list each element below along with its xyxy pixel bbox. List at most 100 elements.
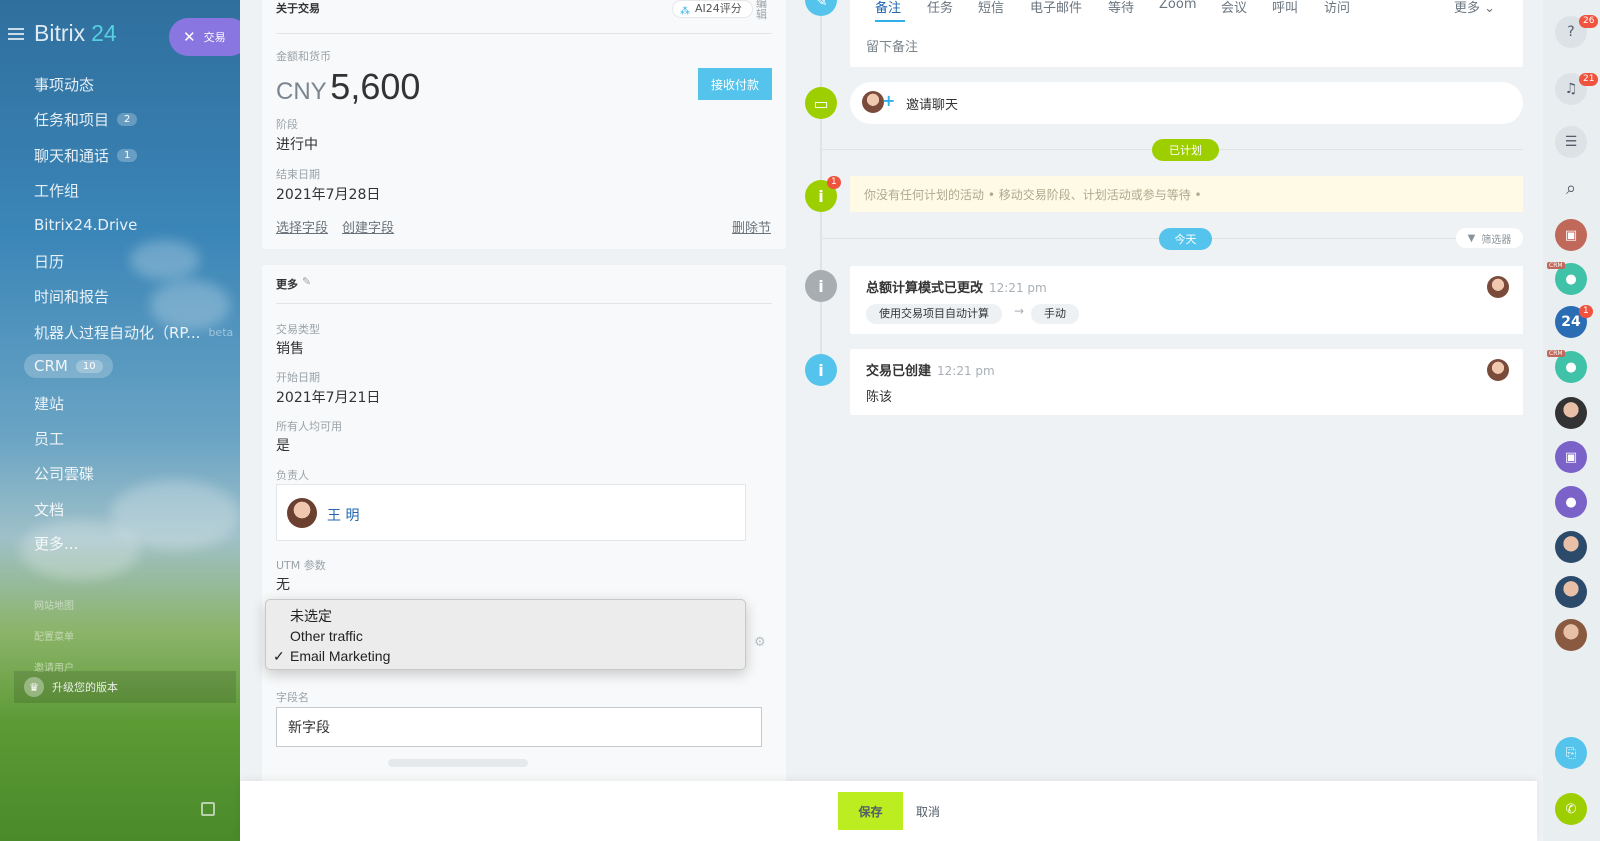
timeline-event-card: 交易已创建 12:21 pm 陈该 (850, 349, 1523, 415)
avatar[interactable] (1555, 531, 1587, 563)
avatar[interactable] (1555, 619, 1587, 651)
upgrade-button[interactable]: ♛ 升级您的版本 (14, 671, 236, 703)
count-badge: 1 (827, 176, 841, 189)
comment-icon: ✎ (805, 0, 837, 16)
event-time: 12:21 pm (937, 364, 995, 378)
tab-sms[interactable]: 短信 (978, 0, 1004, 16)
save-button[interactable]: 保存 (838, 792, 903, 830)
end-date-value[interactable]: 2021年7月28日 (276, 184, 380, 204)
sidebar-item-workgroups[interactable]: 工作组 (34, 180, 79, 201)
scroll-handle[interactable] (388, 759, 528, 767)
about-deal-section: 关于交易 ⁂ AI24评分 编辑 金额和货币 CNY 5,600 接收付款 阶段 … (262, 0, 786, 249)
start-date-value[interactable]: 2021年7月21日 (276, 387, 380, 407)
responsible-name[interactable]: 王 明 (327, 505, 359, 525)
sidebar-item-company-drive[interactable]: 公司雲碟 (34, 463, 94, 484)
lock-icon[interactable]: ▣ (1555, 441, 1587, 473)
sidebar-item-rpa[interactable]: 机器人过程自动化（RP... beta (34, 322, 233, 343)
avatar (862, 91, 884, 113)
tab-visit[interactable]: 访问 (1324, 0, 1350, 16)
count-badge: 21 (1579, 73, 1599, 86)
phone-icon[interactable]: ✆ (1555, 793, 1587, 825)
option-none[interactable]: 未选定 (266, 606, 745, 626)
stage-value[interactable]: 进行中 (276, 134, 318, 154)
available-label: 所有人均可用 (276, 420, 342, 433)
sidebar-item-chats[interactable]: 聊天和通话 1 (34, 145, 138, 166)
avatar[interactable] (1555, 576, 1587, 608)
sidebar-item-feed[interactable]: 事项动态 (34, 74, 94, 95)
lock-icon[interactable]: ▣ (1555, 219, 1587, 251)
count-badge: 2 (117, 113, 138, 126)
messages-icon[interactable]: ☰ (1555, 126, 1587, 158)
tab-zoom[interactable]: Zoom (1159, 0, 1196, 12)
field-name-input[interactable] (276, 707, 762, 747)
count-badge: 1 (117, 149, 138, 162)
sidebar-item-drive[interactable]: Bitrix24.Drive (34, 216, 137, 234)
filter-button[interactable]: ▼ 筛选器 (1456, 228, 1523, 248)
note-input[interactable]: 留下备注 (866, 36, 918, 55)
crown-icon: ♛ (24, 677, 44, 697)
configure-menu-link[interactable]: 配置菜单 (34, 628, 74, 643)
logo-row: Bitrix 24 (8, 20, 117, 47)
avatar (1487, 276, 1509, 298)
tab-call[interactable]: 呼叫 (1272, 0, 1298, 16)
tab-more-dropdown[interactable]: 更多 ⌄ (1454, 0, 1495, 16)
count-badge: 1 (1579, 305, 1593, 318)
deal-type-label: 交易类型 (276, 323, 320, 336)
sidebar-item-employees[interactable]: 员工 (34, 428, 64, 449)
option-email-marketing[interactable]: ✓ Email Marketing (266, 646, 745, 666)
available-value[interactable]: 是 (276, 435, 290, 455)
sidebar-item-crm[interactable]: CRM 10 (24, 354, 113, 378)
tab-meeting[interactable]: 会议 (1221, 0, 1247, 16)
plus-icon: + (882, 91, 896, 110)
responsible-field[interactable]: 王 明 (276, 484, 746, 541)
section-title: 关于交易 (276, 2, 320, 15)
sidebar-item-time-reports[interactable]: 时间和报告 (34, 286, 109, 307)
crm-tag: CRM (1547, 350, 1565, 357)
deal-type-value[interactable]: 销售 (276, 338, 304, 358)
user-icon[interactable]: ● (1555, 486, 1587, 518)
info-icon: i (805, 354, 837, 386)
sidebar-item-sites[interactable]: 建站 (34, 393, 64, 414)
sidebar-item-calendar[interactable]: 日历 (34, 251, 64, 272)
invite-chat-label[interactable]: 邀请聊天 (906, 94, 958, 113)
timeline-editor: 备注 任务 短信 电子邮件 等待 Zoom 会议 呼叫 访问 更多 ⌄ 留下备注 (850, 0, 1523, 67)
menu-icon[interactable] (8, 27, 24, 40)
sidebar-item-documents[interactable]: 文档 (34, 499, 64, 520)
count-badge: 26 (1579, 15, 1599, 28)
sitemap-link[interactable]: 网站地图 (34, 597, 74, 612)
search-icon[interactable]: ⌕ (1555, 172, 1587, 204)
tab-task[interactable]: 任务 (927, 0, 953, 16)
beta-badge: beta (208, 326, 234, 339)
gear-icon[interactable]: ⚙ (754, 635, 766, 650)
edit-section-link[interactable]: 编辑 (756, 0, 768, 20)
sidebar-item-more[interactable]: 更多... (34, 533, 78, 554)
responsible-label: 负责人 (276, 469, 309, 482)
field-name-label: 字段名 (276, 691, 309, 704)
tab-note[interactable]: 备注 (875, 0, 901, 16)
divider (276, 33, 772, 34)
tab-email[interactable]: 电子邮件 (1030, 0, 1082, 16)
select-dropdown-menu: 未选定 Other traffic ✓ Email Marketing (265, 599, 746, 670)
section-title: 更多 (276, 278, 298, 291)
ai-score-button[interactable]: ⁂ AI24评分 (672, 0, 753, 18)
sidebar-item-tasks[interactable]: 任务和项目 2 (34, 109, 138, 130)
sidebar: Bitrix 24 ✕ 交易 事项动态 任务和项目 2 聊天和通话 1 工作组 Bitr… (0, 0, 240, 841)
create-field-link[interactable]: 创建字段 (342, 217, 394, 236)
background-cloud (130, 240, 200, 280)
avatar[interactable] (1555, 397, 1587, 429)
select-field-link[interactable]: 选择字段 (276, 217, 328, 236)
close-deal-button[interactable]: ✕ 交易 (169, 18, 240, 56)
amount-label: 金额和货币 (276, 50, 331, 63)
delete-section-link[interactable]: 删除节 (732, 217, 771, 236)
cancel-button[interactable]: 取消 (916, 803, 940, 820)
logo[interactable]: Bitrix 24 (34, 20, 117, 47)
invite-chat-row[interactable]: + 邀请聊天 (850, 82, 1523, 124)
pencil-icon[interactable]: ✎ (302, 275, 311, 288)
option-other-traffic[interactable]: Other traffic (266, 626, 745, 646)
empty-planned-message: 你没有任何计划的活动 • 移动交易阶段、计划活动或参与等待 • (850, 176, 1523, 212)
today-label: 今天 (1159, 228, 1212, 250)
share-icon[interactable]: ⎘ (1555, 737, 1587, 769)
receive-payment-button[interactable]: 接收付款 (698, 68, 772, 100)
printer-icon[interactable] (201, 802, 215, 816)
tab-wait[interactable]: 等待 (1108, 0, 1134, 16)
